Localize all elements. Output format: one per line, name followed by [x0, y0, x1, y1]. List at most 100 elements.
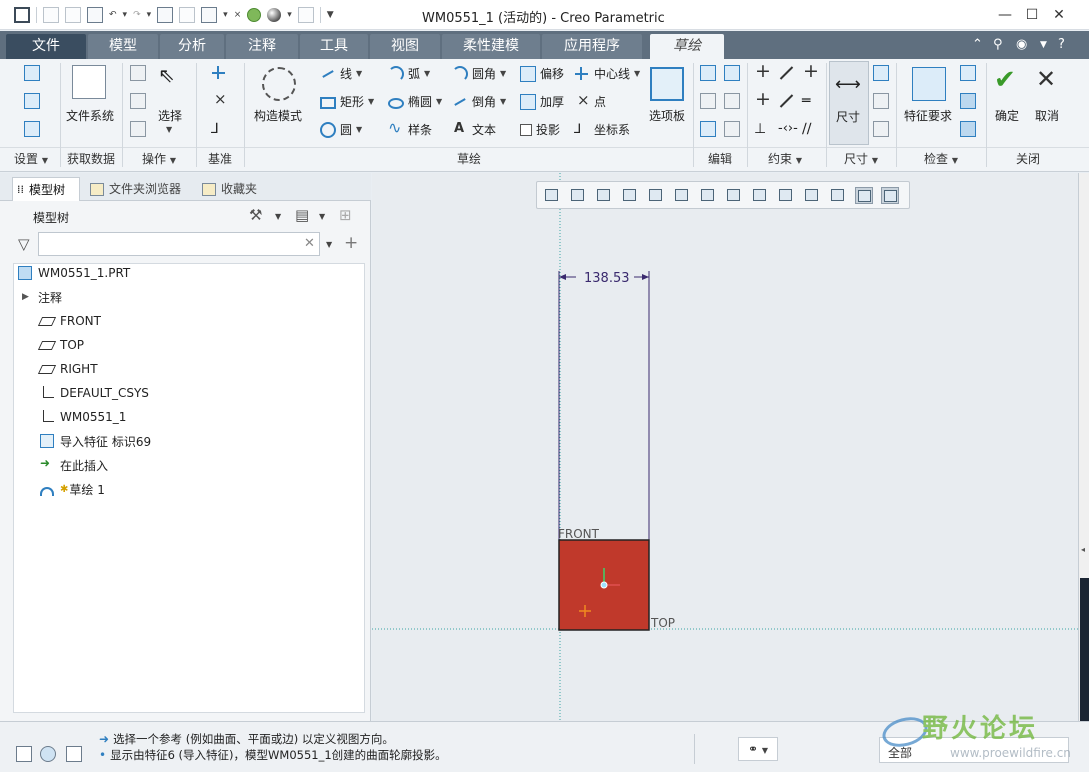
refit-icon[interactable]	[543, 187, 561, 204]
offset-button[interactable]: 偏移	[520, 65, 564, 82]
datum-csys-icon[interactable]: ⅃	[211, 121, 227, 137]
saved-orientations-icon[interactable]	[673, 187, 691, 204]
model-tree-search-input[interactable]	[38, 232, 320, 256]
tab-tools[interactable]: 工具	[300, 34, 368, 59]
datum-point-icon[interactable]	[211, 90, 227, 109]
tree-item-insert-here[interactable]: 在此插入	[40, 454, 108, 476]
undo-icon[interactable]: ↶	[109, 10, 117, 20]
project-button[interactable]: 投影	[520, 121, 560, 138]
repaint-icon[interactable]	[621, 187, 639, 204]
navigator-toggle-icon[interactable]	[16, 746, 32, 762]
app-menu-icon[interactable]	[14, 7, 30, 23]
ellipse-button[interactable]: 椭圆 ▼	[388, 93, 442, 110]
tab-folder-browser[interactable]: 文件夹浏览器	[86, 177, 192, 201]
datum-display-icon[interactable]	[725, 187, 743, 204]
vertical-constraint-icon[interactable]	[754, 60, 771, 82]
group-constrain[interactable]: 约束 ▼	[748, 150, 822, 168]
tab-sketch[interactable]: 草绘	[650, 34, 724, 59]
tab-model[interactable]: 模型	[88, 34, 158, 59]
appearance-icon[interactable]	[247, 8, 262, 22]
overlapping-geometry-icon[interactable]	[960, 65, 976, 81]
spline-button[interactable]: 样条	[388, 118, 432, 138]
sketcher-display-filters-icon[interactable]	[829, 187, 847, 204]
perimeter-icon[interactable]	[873, 65, 889, 81]
construction-mode-icon[interactable]	[262, 67, 296, 101]
file-system-button[interactable]: 文件系统	[62, 107, 118, 124]
tab-view[interactable]: 视图	[370, 34, 440, 59]
redo-icon[interactable]: ↷	[133, 10, 141, 20]
centerline-button[interactable]: 中心线 ▼	[574, 65, 640, 82]
line-button[interactable]: 线 ▼	[320, 65, 362, 82]
collapse-ribbon-icon[interactable]: ⌃	[972, 37, 983, 52]
sketch-setup-icon[interactable]	[24, 65, 40, 81]
file-system-icon[interactable]	[72, 65, 106, 99]
sketch-view-icon[interactable]	[24, 121, 40, 137]
new-file-icon[interactable]	[43, 7, 59, 23]
select-cursor-icon[interactable]: ⇖	[158, 65, 175, 85]
zoom-in-icon[interactable]	[569, 187, 587, 204]
redo-dropdown-icon[interactable]: ▾	[147, 10, 152, 20]
reference-dimension-icon[interactable]	[873, 121, 889, 137]
rectangle-button[interactable]: 矩形 ▼	[320, 93, 374, 110]
sketch-view-icon[interactable]	[803, 187, 821, 204]
rotate-resize-icon[interactable]	[700, 121, 716, 137]
tab-applications[interactable]: 应用程序	[542, 34, 642, 59]
maximize-button[interactable]: ☐	[1022, 5, 1042, 25]
cancel-button[interactable]: 取消	[1030, 107, 1064, 124]
datum-centerline-icon[interactable]	[211, 65, 227, 81]
view-manager-icon[interactable]	[699, 187, 717, 204]
clear-search-icon[interactable]: ✕	[304, 236, 315, 251]
open-file-icon[interactable]	[65, 7, 81, 23]
annotation-display-icon[interactable]	[777, 187, 795, 204]
select-dropdown-icon[interactable]: ▼	[166, 125, 172, 134]
cut-icon[interactable]	[130, 65, 146, 81]
save-icon[interactable]	[87, 7, 103, 23]
windows-dropdown-icon[interactable]: ▾	[223, 10, 228, 20]
equal-constraint-icon[interactable]: ═	[802, 93, 818, 109]
thicken-button[interactable]: 加厚	[520, 93, 564, 110]
modify-icon[interactable]	[700, 65, 716, 81]
tree-item-default-csys[interactable]: DEFAULT_CSYS	[40, 382, 149, 404]
fullscreen-icon[interactable]	[66, 746, 82, 762]
sketch-canvas[interactable]: 138.53 FRONT TOP	[372, 173, 1078, 721]
display-style-icon[interactable]	[647, 187, 665, 204]
delete-segment-icon[interactable]	[724, 121, 740, 137]
tree-item-wm0551-csys[interactable]: WM0551_1	[40, 406, 126, 428]
feature-requirements-icon[interactable]	[912, 67, 946, 101]
close-button[interactable]: ✕	[1049, 5, 1069, 25]
circle-button[interactable]: 圆 ▼	[320, 121, 362, 138]
baseline-icon[interactable]	[873, 93, 889, 109]
chevron-left-icon[interactable]: ◂	[1081, 545, 1085, 554]
tab-file[interactable]: 文件	[6, 34, 86, 59]
expander-icon[interactable]: ▶	[22, 292, 32, 302]
symmetric-constraint-icon[interactable]: -‹›-	[778, 121, 798, 137]
chevron-down-icon[interactable]: ▼	[319, 212, 325, 221]
help-community-icon[interactable]: ◉	[1016, 37, 1027, 52]
tree-item-annotations[interactable]: ▶ 注释	[22, 286, 62, 308]
shade-closed-loops-icon[interactable]	[960, 121, 976, 137]
find-button[interactable]: ⚭ ▼	[738, 737, 778, 761]
zoom-out-icon[interactable]	[595, 187, 613, 204]
group-inspect[interactable]: 检查 ▼	[898, 150, 984, 168]
tree-filter-icon[interactable]: ⊞	[339, 206, 352, 224]
annotation-icon[interactable]	[157, 7, 174, 23]
close-window-icon[interactable]: ⨯	[234, 10, 242, 20]
minimize-button[interactable]: —	[995, 5, 1015, 25]
tree-item-front[interactable]: FRONT	[37, 310, 101, 332]
regenerate-icon[interactable]	[179, 7, 196, 23]
customize-qat-icon[interactable]: ▼	[327, 10, 334, 20]
chamfer-button[interactable]: 倒角 ▼	[452, 93, 506, 110]
settings-tools-icon[interactable]: ⚒	[249, 206, 262, 224]
coincident-constraint-icon[interactable]	[778, 93, 794, 109]
tree-item-import-feature[interactable]: 导入特征 标识69	[40, 430, 151, 452]
tree-item-top[interactable]: TOP	[37, 334, 84, 356]
tab-flexible-modeling[interactable]: 柔性建模	[442, 34, 540, 59]
spin-center-icon[interactable]	[751, 187, 769, 204]
parallel-constraint-icon[interactable]: ∕∕	[802, 121, 818, 137]
select-button[interactable]: 选择	[150, 107, 190, 124]
tree-item-sketch1[interactable]: ✱ 草绘 1	[40, 478, 105, 500]
tab-analysis[interactable]: 分析	[160, 34, 224, 59]
perpendicular-constraint-icon[interactable]: ⊥	[754, 121, 770, 137]
fillet-button[interactable]: 圆角 ▼	[452, 65, 506, 82]
feature-requirements-button[interactable]: 特征要求	[900, 107, 956, 124]
